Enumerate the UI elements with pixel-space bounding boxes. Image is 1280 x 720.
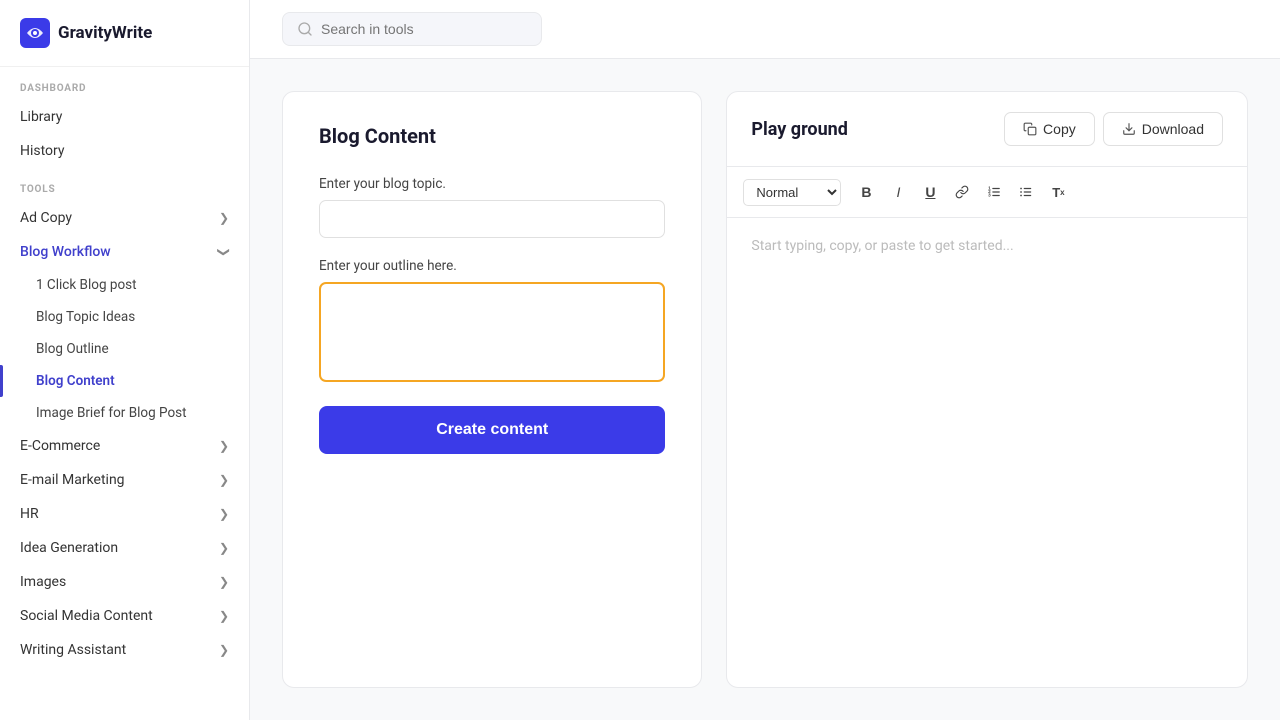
unordered-list-icon bbox=[1019, 185, 1033, 199]
sidebar-item-hr[interactable]: HR ❯ bbox=[0, 497, 249, 531]
sidebar-item-blog-topic-ideas-label: Blog Topic Ideas bbox=[36, 309, 135, 325]
sidebar-item-social-media-content-label: Social Media Content bbox=[20, 608, 153, 624]
italic-button[interactable]: I bbox=[883, 177, 913, 207]
underline-button[interactable]: U bbox=[915, 177, 945, 207]
topic-field-label: Enter your blog topic. bbox=[319, 176, 665, 192]
ordered-list-button[interactable]: 1 2 3 bbox=[979, 177, 1009, 207]
sidebar: GravityWrite DASHBOARD Library History T… bbox=[0, 0, 250, 720]
sidebar-item-library[interactable]: Library bbox=[0, 100, 249, 134]
app-name: GravityWrite bbox=[58, 23, 152, 43]
outline-field-label: Enter your outline here. bbox=[319, 258, 665, 274]
sidebar-item-email-marketing[interactable]: E-mail Marketing ❯ bbox=[0, 463, 249, 497]
clear-format-button[interactable]: Tx bbox=[1043, 177, 1073, 207]
search-icon bbox=[297, 21, 313, 37]
copy-button[interactable]: Copy bbox=[1004, 112, 1095, 146]
gravitywrite-logo-icon bbox=[20, 18, 50, 48]
editor-toolbar: Normal Heading 1 Heading 2 Heading 3 B I… bbox=[727, 167, 1247, 218]
sidebar-item-blog-outline-label: Blog Outline bbox=[36, 341, 109, 357]
chevron-down-icon: ❯ bbox=[219, 473, 229, 487]
sidebar-item-hr-label: HR bbox=[20, 506, 39, 522]
sidebar-item-images-label: Images bbox=[20, 574, 66, 590]
blog-topic-input[interactable] bbox=[319, 200, 665, 238]
ordered-list-icon: 1 2 3 bbox=[987, 185, 1001, 199]
search-bar[interactable] bbox=[282, 12, 542, 46]
download-icon bbox=[1122, 122, 1136, 136]
sidebar-item-blog-topic-ideas[interactable]: Blog Topic Ideas bbox=[0, 301, 249, 333]
chevron-down-icon: ❯ bbox=[219, 507, 229, 521]
unordered-list-button[interactable] bbox=[1011, 177, 1041, 207]
sidebar-item-image-brief-for-blog-post-label: Image Brief for Blog Post bbox=[36, 405, 187, 421]
download-btn-label: Download bbox=[1142, 121, 1204, 137]
copy-btn-label: Copy bbox=[1043, 121, 1076, 137]
sidebar-item-image-brief-for-blog-post[interactable]: Image Brief for Blog Post bbox=[0, 397, 249, 429]
sidebar-item-library-label: Library bbox=[20, 109, 62, 125]
playground-header: Play ground Copy Download bbox=[727, 92, 1247, 167]
topbar bbox=[250, 0, 1280, 59]
sidebar-item-1-click-blog-post-label: 1 Click Blog post bbox=[36, 277, 137, 293]
sidebar-item-history-label: History bbox=[20, 143, 65, 159]
playground-title: Play ground bbox=[751, 119, 996, 140]
chevron-down-icon: ❯ bbox=[219, 609, 229, 623]
sidebar-item-idea-generation[interactable]: Idea Generation ❯ bbox=[0, 531, 249, 565]
blog-outline-textarea[interactable] bbox=[319, 282, 665, 382]
blog-content-panel: Blog Content Enter your blog topic. Ente… bbox=[282, 91, 702, 688]
sidebar-item-social-media-content[interactable]: Social Media Content ❯ bbox=[0, 599, 249, 633]
sidebar-item-blog-outline[interactable]: Blog Outline bbox=[0, 333, 249, 365]
chevron-down-icon: ❯ bbox=[219, 575, 229, 589]
chevron-down-icon: ❯ bbox=[219, 439, 229, 453]
create-content-button[interactable]: Create content bbox=[319, 406, 665, 454]
svg-text:3: 3 bbox=[989, 193, 992, 198]
sidebar-item-blog-content[interactable]: Blog Content bbox=[0, 365, 249, 397]
format-select[interactable]: Normal Heading 1 Heading 2 Heading 3 bbox=[743, 179, 841, 206]
tools-section-label: TOOLS bbox=[0, 168, 249, 201]
sidebar-item-e-commerce[interactable]: E-Commerce ❯ bbox=[0, 429, 249, 463]
sidebar-item-blog-content-label: Blog Content bbox=[36, 373, 115, 389]
sidebar-item-blog-workflow-label: Blog Workflow bbox=[20, 244, 111, 260]
sidebar-item-writing-assistant-label: Writing Assistant bbox=[20, 642, 126, 658]
link-button[interactable] bbox=[947, 177, 977, 207]
sidebar-item-idea-generation-label: Idea Generation bbox=[20, 540, 118, 556]
blog-panel-title: Blog Content bbox=[319, 124, 665, 148]
copy-icon bbox=[1023, 122, 1037, 136]
logo: GravityWrite bbox=[0, 0, 249, 67]
search-input[interactable] bbox=[321, 21, 501, 37]
sidebar-item-1-click-blog-post[interactable]: 1 Click Blog post bbox=[0, 269, 249, 301]
active-indicator bbox=[0, 365, 3, 397]
main-area: Blog Content Enter your blog topic. Ente… bbox=[250, 0, 1280, 720]
playground-panel: Play ground Copy Download Normal bbox=[726, 91, 1248, 688]
link-icon bbox=[955, 185, 969, 199]
playground-placeholder: Start typing, copy, or paste to get star… bbox=[727, 218, 1247, 687]
chevron-down-icon: ❯ bbox=[219, 643, 229, 657]
sidebar-item-email-marketing-label: E-mail Marketing bbox=[20, 472, 125, 488]
content-area: Blog Content Enter your blog topic. Ente… bbox=[250, 59, 1280, 720]
download-button[interactable]: Download bbox=[1103, 112, 1223, 146]
sidebar-item-e-commerce-label: E-Commerce bbox=[20, 438, 100, 454]
sidebar-item-ad-copy-label: Ad Copy bbox=[20, 210, 72, 226]
dashboard-section-label: DASHBOARD bbox=[0, 67, 249, 100]
sidebar-item-ad-copy[interactable]: Ad Copy ❯ bbox=[0, 201, 249, 235]
chevron-down-icon: ❯ bbox=[219, 541, 229, 555]
chevron-down-icon: ❯ bbox=[219, 211, 229, 225]
sidebar-item-history[interactable]: History bbox=[0, 134, 249, 168]
bold-button[interactable]: B bbox=[851, 177, 881, 207]
sidebar-item-writing-assistant[interactable]: Writing Assistant ❯ bbox=[0, 633, 249, 667]
chevron-down-icon: ❯ bbox=[217, 247, 231, 257]
sidebar-item-images[interactable]: Images ❯ bbox=[0, 565, 249, 599]
sidebar-item-blog-workflow[interactable]: Blog Workflow ❯ bbox=[0, 235, 249, 269]
